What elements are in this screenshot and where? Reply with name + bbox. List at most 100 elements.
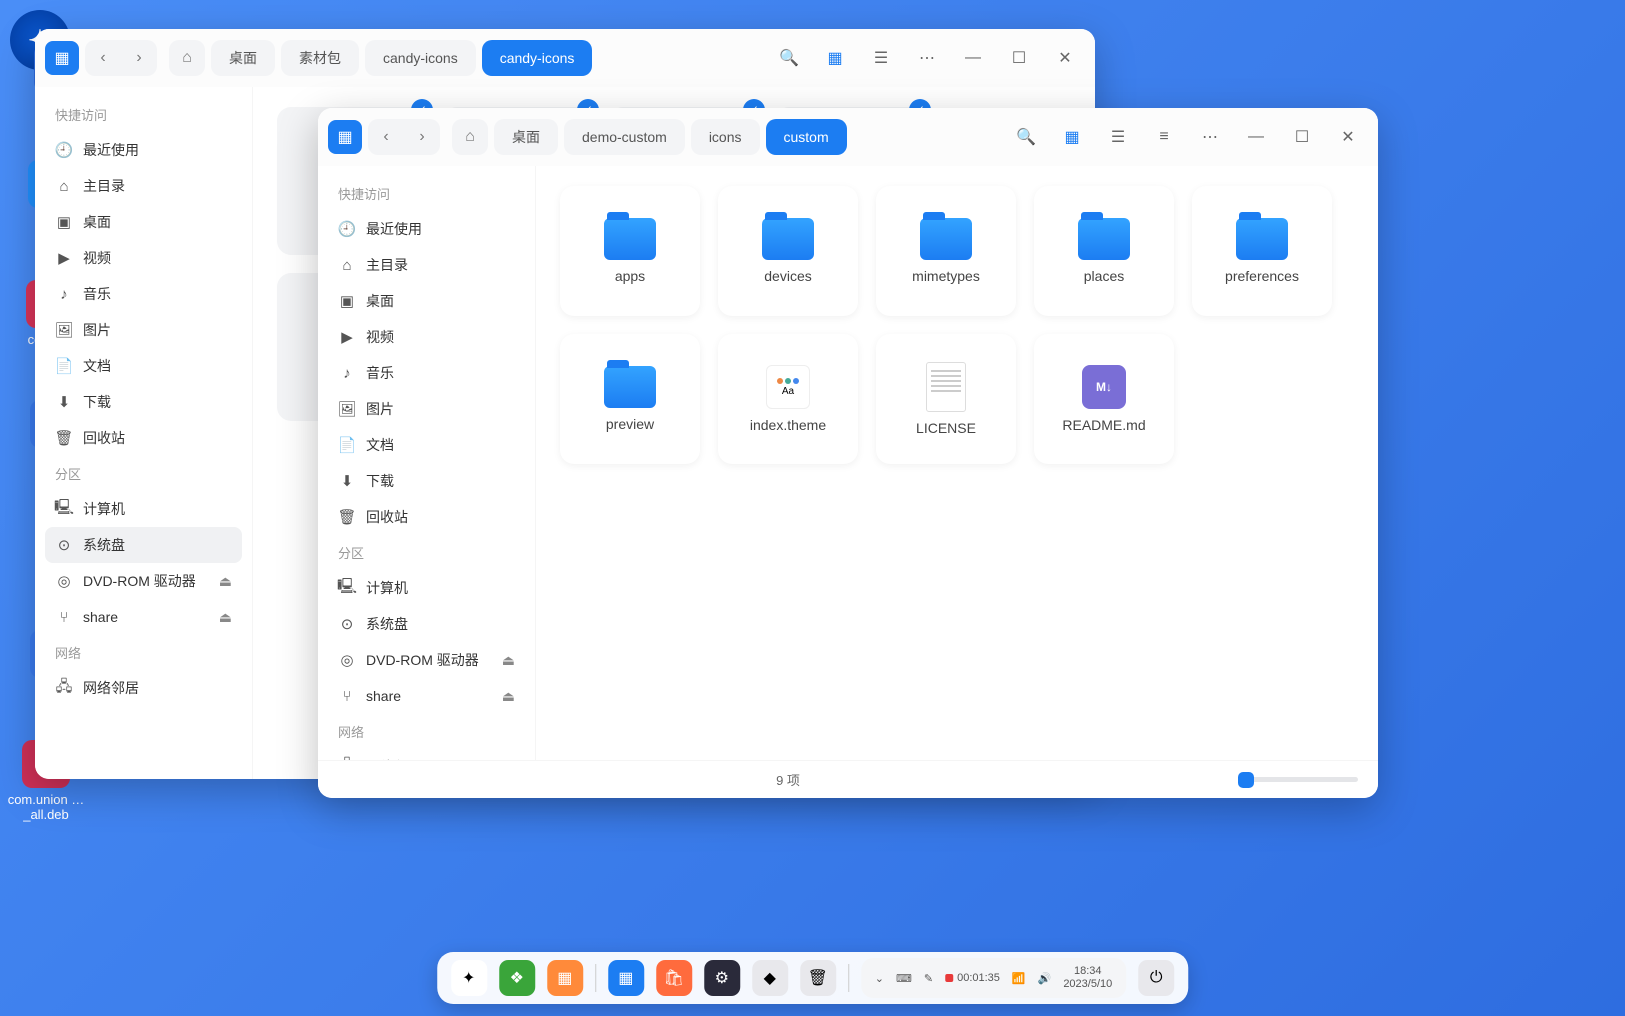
file-tile[interactable]: mimetypes [876, 186, 1016, 316]
file-tile[interactable]: LICENSE [876, 334, 1016, 464]
file-tile[interactable]: preview [560, 334, 700, 464]
sidebar-item[interactable]: ⬇下载 [328, 463, 525, 499]
sidebar-item[interactable]: ▶视频 [328, 319, 525, 355]
pinned-trash-icon[interactable]: 🗑 [800, 960, 836, 996]
tray-network-icon[interactable]: 📶 [1012, 972, 1026, 985]
eject-icon[interactable]: ⏏ [219, 609, 232, 626]
sidebar-item[interactable]: ◎DVD-ROM 驱动器⏏ [328, 642, 525, 678]
sidebar-item[interactable]: 🖳计算机 [328, 570, 525, 606]
maximize-button[interactable]: ☐ [999, 38, 1039, 78]
clock[interactable]: 18:34 2023/5/10 [1063, 965, 1112, 991]
sidebar-item[interactable]: ⊙系统盘 [45, 527, 242, 563]
minimize-button[interactable]: — [953, 38, 993, 78]
forward-button[interactable]: › [121, 40, 157, 76]
sidebar-item[interactable]: ⑂share⏏ [45, 599, 242, 635]
file-tile[interactable]: preferences [1192, 186, 1332, 316]
sidebar-item[interactable]: ⑂share⏏ [328, 678, 525, 714]
tray-pen-icon[interactable]: ✎ [924, 972, 933, 985]
sidebar-item[interactable]: ▣桌面 [45, 204, 242, 240]
breadcrumb-segment[interactable]: demo-custom [564, 119, 685, 155]
multitask-icon[interactable]: ❖ [499, 960, 535, 996]
eject-icon[interactable]: ⏏ [502, 652, 515, 669]
file-manager-app-icon[interactable]: ▦ [328, 120, 362, 154]
file-tile[interactable]: apps [560, 186, 700, 316]
minimize-button[interactable]: — [1236, 117, 1276, 157]
theme-file-icon: Aa [766, 365, 810, 409]
sidebar-item-label: share [366, 688, 401, 704]
sidebar-item[interactable]: ⊙系统盘 [328, 606, 525, 642]
sidebar-item-label: 最近使用 [366, 219, 422, 239]
icon-view-button[interactable]: ▦ [815, 38, 855, 78]
search-icon[interactable]: 🔍 [769, 38, 809, 78]
back-button[interactable]: ‹ [85, 40, 121, 76]
home-button[interactable]: ⌂ [169, 40, 205, 76]
eject-icon[interactable]: ⏏ [502, 688, 515, 705]
launcher-icon[interactable]: ✦ [451, 960, 487, 996]
file-tile[interactable]: devices [718, 186, 858, 316]
maximize-button[interactable]: ☐ [1282, 117, 1322, 157]
sidebar-item[interactable]: ♪音乐 [45, 276, 242, 312]
sidebar-item[interactable]: ⬇下载 [45, 384, 242, 420]
sidebar-item[interactable]: 📄文档 [45, 348, 242, 384]
sidebar-item[interactable]: 🖧网络邻居 [45, 670, 242, 706]
file-tile[interactable]: places [1034, 186, 1174, 316]
home-button[interactable]: ⌂ [452, 119, 488, 155]
folder-icon [1236, 218, 1288, 260]
power-icon[interactable]: ⏻ [1138, 960, 1174, 996]
sidebar-item[interactable]: 🖳计算机 [45, 491, 242, 527]
sidebar-item[interactable]: 🕘最近使用 [45, 132, 242, 168]
close-button[interactable]: ✕ [1045, 38, 1085, 78]
list-view-button[interactable]: ☰ [861, 38, 901, 78]
sidebar-item-label: 回收站 [366, 507, 408, 527]
pinned-app-icon[interactable]: ◆ [752, 960, 788, 996]
breadcrumb-segment[interactable]: 桌面 [211, 40, 275, 76]
sidebar-item[interactable]: 🖧网络邻居 [328, 749, 525, 760]
sidebar-item[interactable]: 🕘最近使用 [328, 211, 525, 247]
forward-button[interactable]: › [404, 119, 440, 155]
breadcrumb-segment[interactable]: candy-icons [482, 40, 593, 76]
list-view-button[interactable]: ☰ [1098, 117, 1138, 157]
sidebar-item-label: DVD-ROM 驱动器 [366, 650, 479, 670]
search-icon[interactable]: 🔍 [1006, 117, 1046, 157]
sidebar-item[interactable]: ⌂主目录 [45, 168, 242, 204]
breadcrumb-segment[interactable]: candy-icons [365, 40, 476, 76]
breadcrumb-segment[interactable]: icons [691, 119, 760, 155]
sidebar-item[interactable]: ◎DVD-ROM 驱动器⏏ [45, 563, 242, 599]
content-area[interactable]: appsdevicesmimetypesplacespreferences pre… [536, 166, 1378, 760]
sidebar-item[interactable]: 🗑回收站 [45, 420, 242, 456]
sidebar-item[interactable]: 📄文档 [328, 427, 525, 463]
sidebar-item[interactable]: 🖼图片 [45, 312, 242, 348]
close-button[interactable]: ✕ [1328, 117, 1368, 157]
record-time: 00:01:35 [957, 972, 1000, 984]
breadcrumb-segment[interactable]: 素材包 [281, 40, 359, 76]
back-button[interactable]: ‹ [368, 119, 404, 155]
icon-view-button[interactable]: ▦ [1052, 117, 1092, 157]
tray-keyboard-icon[interactable]: ⌨ [896, 972, 912, 985]
breadcrumb-segment[interactable]: 桌面 [494, 119, 558, 155]
sidebar-item[interactable]: 🖼图片 [328, 391, 525, 427]
sidebar-section-header: 快捷访问 [45, 97, 242, 132]
sort-button[interactable]: ≡ [1144, 117, 1184, 157]
ellipsis-button[interactable]: ⋯ [1190, 117, 1230, 157]
file-manager-app-icon[interactable]: ▦ [45, 41, 79, 75]
sidebar-item[interactable]: 🗑回收站 [328, 499, 525, 535]
pinned-file-manager-icon[interactable]: ▦ [608, 960, 644, 996]
folder-icon [604, 218, 656, 260]
eject-icon[interactable]: ⏏ [219, 573, 232, 590]
sidebar-item[interactable]: ▣桌面 [328, 283, 525, 319]
sidebar-item[interactable]: ♪音乐 [328, 355, 525, 391]
breadcrumb-segment[interactable]: custom [766, 119, 847, 155]
screen-record-indicator[interactable]: 00:01:35 [945, 972, 1000, 984]
file-tile[interactable]: M↓README.md [1034, 334, 1174, 464]
pinned-settings-icon[interactable]: ⚙ [704, 960, 740, 996]
ellipsis-button[interactable]: ⋯ [907, 38, 947, 78]
toolbar: ▦ ‹ › ⌂ 桌面素材包candy-iconscandy-icons 🔍 ▦ … [35, 29, 1095, 87]
zoom-slider[interactable] [1238, 777, 1358, 782]
sidebar-item[interactable]: ⌂主目录 [328, 247, 525, 283]
sidebar-item[interactable]: ▶视频 [45, 240, 242, 276]
tray-show-desktop-icon[interactable]: ⌄ [875, 972, 884, 985]
file-tile[interactable]: Aaindex.theme [718, 334, 858, 464]
workspace-icon[interactable]: ▦ [547, 960, 583, 996]
pinned-app-store-icon[interactable]: 🛍 [656, 960, 692, 996]
tray-volume-icon[interactable]: 🔊 [1038, 972, 1052, 985]
